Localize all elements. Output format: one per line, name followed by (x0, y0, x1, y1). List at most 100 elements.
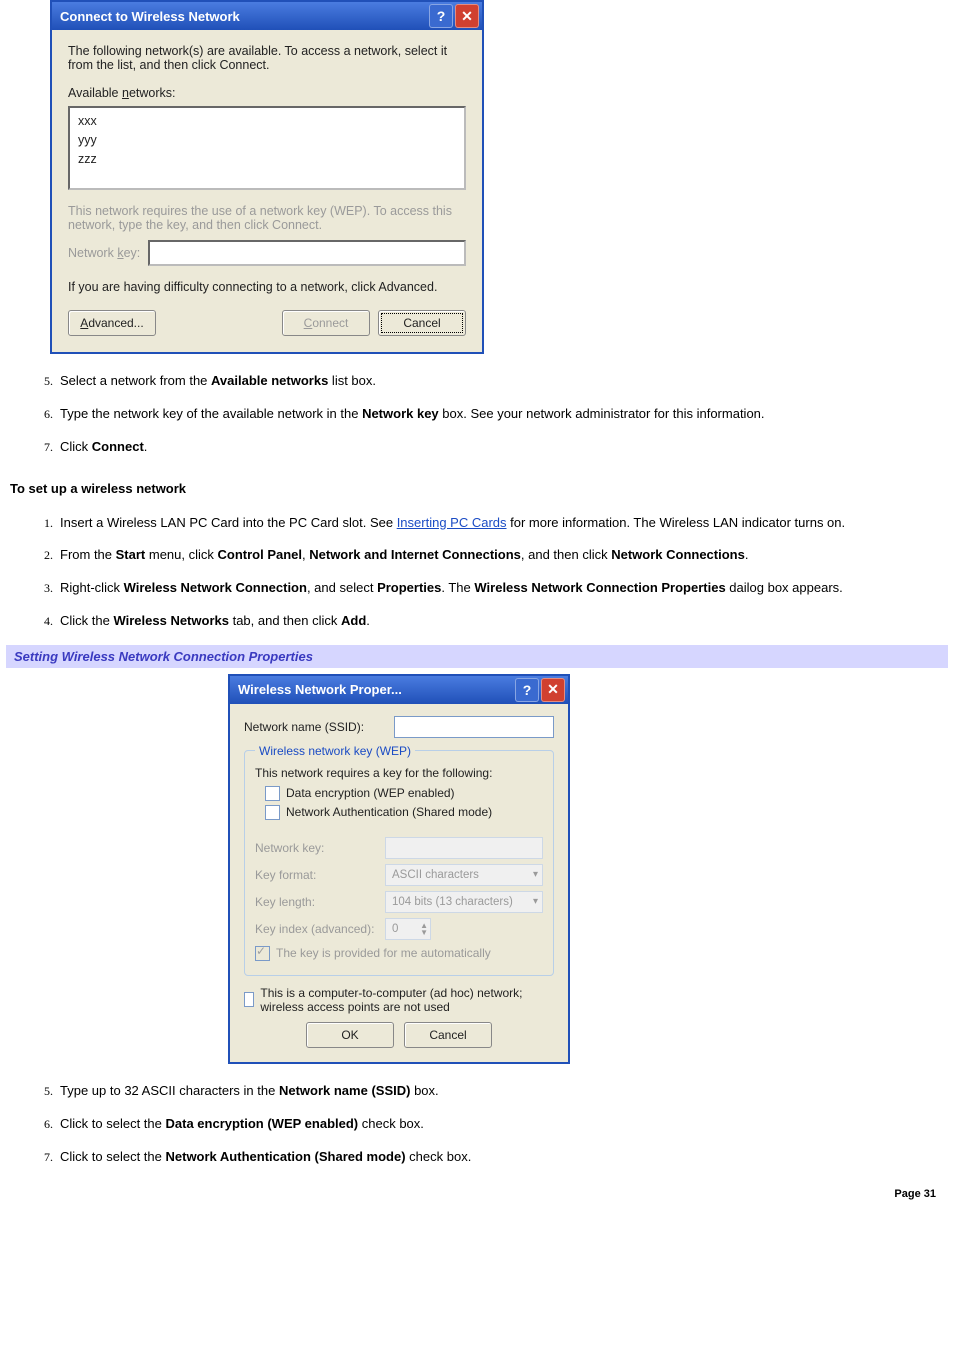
text: . The (441, 580, 474, 595)
key-length-row: Key length: 104 bits (13 characters) ▾ (255, 891, 543, 913)
btn-accelerator: C (304, 316, 313, 330)
text: , and then click (521, 547, 611, 562)
key-length-select: 104 bits (13 characters) ▾ (385, 891, 543, 913)
checkbox-icon[interactable] (244, 992, 254, 1007)
bold-text: Network Connections (611, 547, 745, 562)
label-accelerator: n (122, 86, 129, 100)
text: tab, and then click (229, 613, 341, 628)
key-length-label: Key length: (255, 895, 385, 909)
advanced-button[interactable]: Advanced... (68, 310, 156, 336)
bold-text: Network Authentication (Shared mode) (166, 1149, 406, 1164)
list-item[interactable]: xxx (78, 112, 456, 131)
inserting-pc-cards-link[interactable]: Inserting PC Cards (397, 515, 507, 530)
requires-text: This network requires a key for the foll… (255, 766, 543, 780)
text: list box. (328, 373, 376, 388)
properties-dialog-body: Network name (SSID): Wireless network ke… (230, 704, 568, 1062)
bold-text: Wireless Network Connection (124, 580, 307, 595)
ok-button[interactable]: OK (306, 1022, 394, 1048)
bold-text: Control Panel (218, 547, 303, 562)
text: Click (60, 439, 92, 454)
text: box. (410, 1083, 438, 1098)
list-item: From the Start menu, click Control Panel… (56, 546, 948, 565)
btn-text: dvanced... (88, 316, 143, 330)
text: menu, click (145, 547, 217, 562)
list-item[interactable]: zzz (78, 150, 456, 169)
text: dailog box appears. (726, 580, 843, 595)
connect-dialog-titlebar: Connect to Wireless Network ? ✕ (52, 2, 482, 30)
available-networks-label: Available networks: (68, 86, 466, 100)
adhoc-checkbox-row[interactable]: This is a computer-to-computer (ad hoc) … (244, 986, 554, 1014)
shared-mode-checkbox-row[interactable]: Network Authentication (Shared mode) (255, 805, 543, 820)
bold-text: Add (341, 613, 366, 628)
properties-dialog-buttons: OK Cancel (244, 1022, 554, 1048)
ssid-input[interactable] (394, 716, 554, 738)
network-key-input (385, 837, 543, 859)
btn-accelerator: A (80, 316, 88, 330)
properties-dialog: Wireless Network Proper... ? ✕ Network n… (228, 674, 570, 1064)
list-item: Type up to 32 ASCII characters in the Ne… (56, 1082, 948, 1101)
close-icon[interactable]: ✕ (455, 4, 479, 28)
cancel-button[interactable]: Cancel (404, 1022, 492, 1048)
bold-text: Start (116, 547, 146, 562)
key-format-row: Key format: ASCII characters ▾ (255, 864, 543, 886)
connect-dialog-body: The following network(s) are available. … (52, 30, 482, 352)
text: Type the network key of the available ne… (60, 406, 362, 421)
spinner-arrows-icon: ▲▼ (420, 922, 428, 936)
steps-list-a: Select a network from the Available netw… (6, 372, 948, 457)
connect-intro-text: The following network(s) are available. … (68, 44, 466, 72)
text: . (366, 613, 370, 628)
label-part: etworks: (129, 86, 176, 100)
list-item: Right-click Wireless Network Connection,… (56, 579, 948, 598)
text: From the (60, 547, 116, 562)
text: Click to select the (60, 1149, 166, 1164)
checkbox-icon (255, 946, 270, 961)
checkbox-icon[interactable] (265, 805, 280, 820)
text: . (144, 439, 148, 454)
network-key-label: Network key: (255, 841, 385, 855)
network-key-row: Network key: (68, 240, 466, 266)
bold-text: Connect (92, 439, 144, 454)
text: Select a network from the (60, 373, 211, 388)
label-part: Network (68, 246, 117, 260)
label-part: Available (68, 86, 122, 100)
properties-dialog-wrapper: Wireless Network Proper... ? ✕ Network n… (228, 674, 566, 1064)
bold-text: Network and Internet Connections (309, 547, 521, 562)
text: . (745, 547, 749, 562)
connect-dialog: Connect to Wireless Network ? ✕ The foll… (50, 0, 484, 354)
connect-button[interactable]: Connect (282, 310, 370, 336)
list-item: Type the network key of the available ne… (56, 405, 948, 424)
key-index-spinner: 0 ▲▼ (385, 918, 431, 940)
chevron-down-icon: ▾ (533, 869, 538, 880)
key-index-label: Key index (advanced): (255, 922, 385, 936)
text: for more information. The Wireless LAN i… (507, 515, 846, 530)
help-icon[interactable]: ? (515, 678, 539, 702)
checkbox-icon[interactable] (265, 786, 280, 801)
difficulty-text: If you are having difficulty connecting … (68, 280, 466, 294)
bold-text: Network key (362, 406, 439, 421)
key-format-label: Key format: (255, 868, 385, 882)
spinner-value: 0 (392, 923, 398, 935)
right-button-group: Connect Cancel (282, 310, 466, 336)
text: box. See your network administrator for … (439, 406, 765, 421)
text: Click to select the (60, 1116, 166, 1131)
network-key-input[interactable] (148, 240, 466, 266)
cancel-button[interactable]: Cancel (378, 310, 466, 336)
properties-dialog-titlebar: Wireless Network Proper... ? ✕ (230, 676, 568, 704)
steps-list-b: Insert a Wireless LAN PC Card into the P… (6, 514, 948, 631)
bold-text: Wireless Network Connection Properties (474, 580, 725, 595)
list-item: Click to select the Data encryption (WEP… (56, 1115, 948, 1134)
available-networks-listbox[interactable]: xxx yyy zzz (68, 106, 466, 190)
close-icon[interactable]: ✕ (541, 678, 565, 702)
text: Right-click (60, 580, 124, 595)
section-heading: To set up a wireless network (10, 481, 948, 496)
bold-text: Available networks (211, 373, 328, 388)
help-icon[interactable]: ? (429, 4, 453, 28)
list-item: Click to select the Network Authenticati… (56, 1148, 948, 1167)
list-item: Select a network from the Available netw… (56, 372, 948, 391)
select-value: 104 bits (13 characters) (392, 896, 513, 908)
wep-enabled-checkbox-row[interactable]: Data encryption (WEP enabled) (255, 786, 543, 801)
bold-text: Data encryption (WEP enabled) (166, 1116, 359, 1131)
list-item[interactable]: yyy (78, 131, 456, 150)
document-page: Connect to Wireless Network ? ✕ The foll… (0, 0, 954, 1220)
checkbox-label: Data encryption (WEP enabled) (286, 786, 455, 800)
